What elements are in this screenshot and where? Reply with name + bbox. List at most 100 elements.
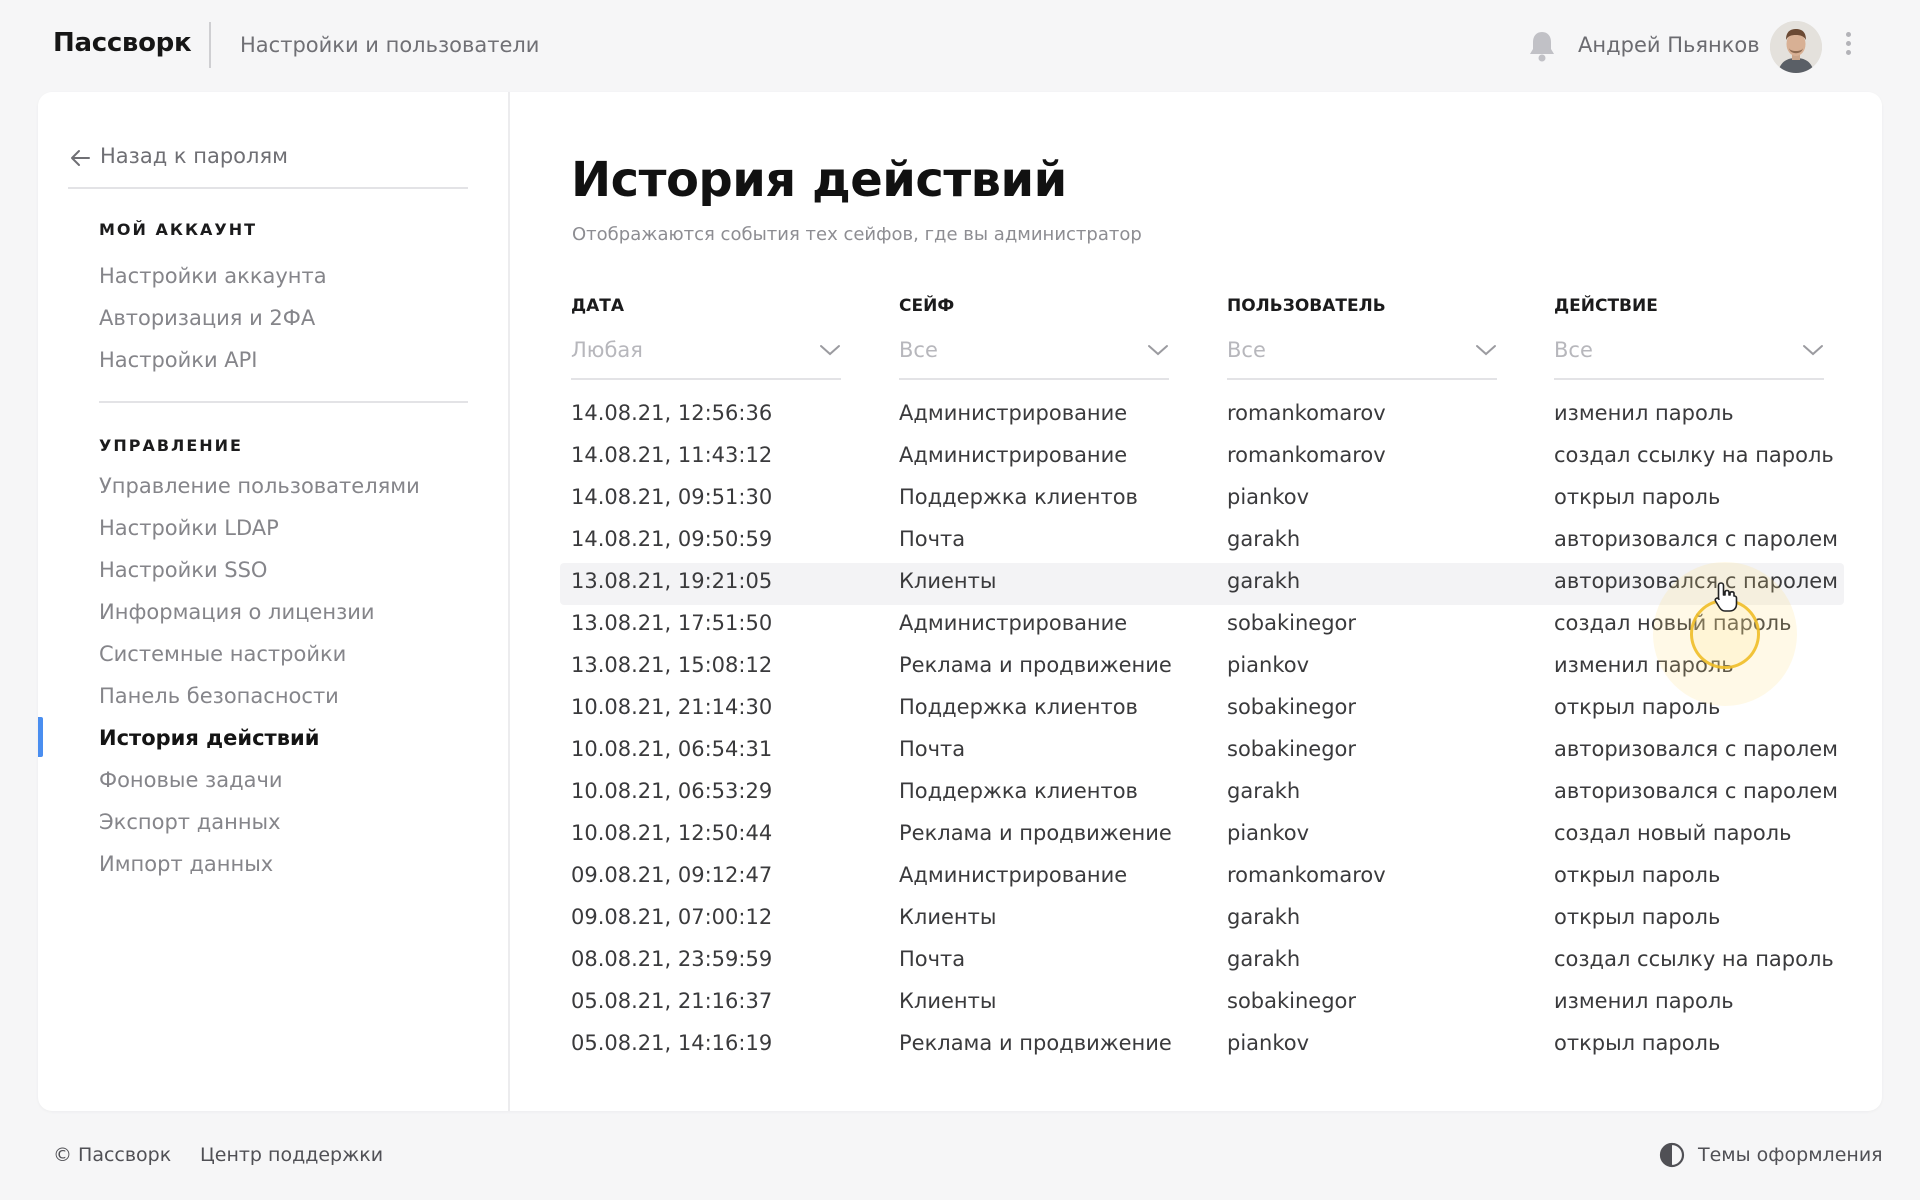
group-title-account: МОЙ АККАУНТ (99, 220, 258, 239)
chevron-down-icon (1802, 342, 1824, 356)
footer-copyright: © Пассворк (53, 1144, 172, 1166)
page-subtitle: Отображаются события тех сейфов, где вы … (572, 224, 1142, 245)
cell-vault: Администрирование (899, 401, 1128, 425)
table-row[interactable]: 14.08.21, 09:50:59 Почта garakh авторизовал… (560, 521, 1844, 563)
cell-user: sobakinegor (1227, 989, 1357, 1013)
group-title-management: УПРАВЛЕНИЕ (99, 436, 243, 455)
cell-vault: Администрирование (899, 443, 1128, 467)
cell-action: открыл пароль (1554, 905, 1721, 929)
avatar[interactable] (1770, 21, 1822, 73)
user-filter-value: Все (1227, 338, 1266, 362)
sidebar: Назад к паролям МОЙ АККАУНТ Настройки ак… (38, 92, 510, 1111)
cell-user: sobakinegor (1227, 695, 1357, 719)
sidebar-item-system-settings[interactable]: Системные настройки (99, 642, 346, 666)
table-row[interactable]: 09.08.21, 09:12:47 Администрирование roman… (560, 857, 1844, 899)
brand-logo[interactable]: Пассворк (53, 28, 192, 58)
sidebar-item-account-settings[interactable]: Настройки аккаунта (99, 264, 327, 288)
table-row[interactable]: 13.08.21, 17:51:50 Администрирование sobak… (560, 605, 1844, 647)
sidebar-item-ldap[interactable]: Настройки LDAP (99, 516, 279, 540)
cell-action: авторизовался с паролем (1554, 779, 1839, 803)
sidebar-item-data-import[interactable]: Импорт данных (99, 852, 273, 876)
cell-date: 13.08.21, 19:21:05 (571, 569, 773, 593)
user-filter-select[interactable]: Все (1227, 332, 1497, 380)
cell-action: открыл пароль (1554, 485, 1721, 509)
date-filter-value: Любая (571, 338, 643, 362)
cell-user: sobakinegor (1227, 737, 1357, 761)
cell-user: garakh (1227, 569, 1301, 593)
support-center-link[interactable]: Центр поддержки (200, 1144, 383, 1166)
table-row[interactable]: 14.08.21, 09:51:30 Поддержка клиентов pian… (560, 479, 1844, 521)
sidebar-item-background-tasks[interactable]: Фоновые задачи (99, 768, 283, 792)
action-filter-select[interactable]: Все (1554, 332, 1824, 380)
table-row[interactable]: 08.08.21, 23:59:59 Почта garakh создал ссыл… (560, 941, 1844, 983)
sidebar-item-user-management[interactable]: Управление пользователями (99, 474, 420, 498)
cell-user: garakh (1227, 779, 1301, 803)
cell-date: 08.08.21, 23:59:59 (571, 947, 773, 971)
table-row[interactable]: 05.08.21, 21:16:37 Клиенты sobakinegor изме… (560, 983, 1844, 1025)
cell-action: изменил пароль (1554, 653, 1734, 677)
bell-icon[interactable] (1527, 29, 1557, 63)
chevron-down-icon (1475, 342, 1497, 356)
back-to-passwords-link[interactable]: Назад к паролям (68, 144, 468, 189)
cell-vault: Администрирование (899, 863, 1128, 887)
table-row[interactable]: 13.08.21, 19:21:05 Клиенты garakh авторизов… (560, 563, 1844, 605)
cell-user: romankomarov (1227, 401, 1386, 425)
sidebar-item-activity-history[interactable]: История действий (99, 726, 319, 750)
cell-date: 14.08.21, 12:56:36 (571, 401, 773, 425)
sidebar-item-data-export[interactable]: Экспорт данных (99, 810, 281, 834)
sidebar-item-sso[interactable]: Настройки SSO (99, 558, 267, 582)
user-name[interactable]: Андрей Пьянков (1578, 33, 1760, 57)
cell-user: piankov (1227, 485, 1310, 509)
active-item-marker (38, 717, 43, 757)
theme-contrast-icon[interactable] (1659, 1142, 1685, 1168)
sidebar-item-license[interactable]: Информация о лицензии (99, 600, 375, 624)
table-row[interactable]: 05.08.21, 14:16:19 Реклама и продвижение p… (560, 1025, 1844, 1067)
cell-vault: Реклама и продвижение (899, 653, 1172, 677)
chevron-down-icon (1147, 342, 1169, 356)
cell-date: 10.08.21, 21:14:30 (571, 695, 773, 719)
cell-date: 05.08.21, 21:16:37 (571, 989, 773, 1013)
cell-date: 10.08.21, 06:53:29 (571, 779, 773, 803)
cell-action: открыл пароль (1554, 695, 1721, 719)
cell-date: 09.08.21, 07:00:12 (571, 905, 773, 929)
chevron-down-icon (819, 342, 841, 356)
table-row[interactable]: 10.08.21, 06:53:29 Поддержка клиентов gara… (560, 773, 1844, 815)
header-divider (209, 22, 211, 68)
cell-date: 10.08.21, 12:50:44 (571, 821, 773, 845)
table-row[interactable]: 13.08.21, 15:08:12 Реклама и продвижение p… (560, 647, 1844, 689)
sidebar-item-api-settings[interactable]: Настройки API (99, 348, 258, 372)
arrow-left-icon (68, 146, 92, 170)
table-row[interactable]: 10.08.21, 21:14:30 Поддержка клиентов soba… (560, 689, 1844, 731)
sidebar-item-auth-2fa[interactable]: Авторизация и 2ФА (99, 306, 315, 330)
cell-vault: Клиенты (899, 989, 997, 1013)
date-filter-select[interactable]: Любая (571, 332, 841, 380)
cell-user: romankomarov (1227, 443, 1386, 467)
cell-vault: Поддержка клиентов (899, 695, 1138, 719)
cell-action: авторизовался с паролем (1554, 569, 1839, 593)
table-row[interactable]: 09.08.21, 07:00:12 Клиенты garakh открыл па… (560, 899, 1844, 941)
cell-user: garakh (1227, 905, 1301, 929)
cell-action: изменил пароль (1554, 989, 1734, 1013)
cell-action: открыл пароль (1554, 863, 1721, 887)
cell-vault: Почта (899, 947, 966, 971)
cell-date: 05.08.21, 14:16:19 (571, 1031, 773, 1055)
themes-link[interactable]: Темы оформления (1698, 1144, 1883, 1166)
kebab-menu-icon[interactable] (1838, 32, 1858, 60)
column-header-action: ДЕЙСТВИЕ (1554, 296, 1658, 316)
main-card: Назад к паролям МОЙ АККАУНТ Настройки ак… (38, 92, 1882, 1111)
cell-user: piankov (1227, 1031, 1310, 1055)
sidebar-item-security-panel[interactable]: Панель безопасности (99, 684, 339, 708)
top-bar: Пассворк Настройки и пользователи Андрей… (0, 0, 1920, 91)
table-row[interactable]: 10.08.21, 12:50:44 Реклама и продвижение p… (560, 815, 1844, 857)
vault-filter-select[interactable]: Все (899, 332, 1169, 380)
table-row[interactable]: 14.08.21, 12:56:36 Администрирование roman… (560, 395, 1844, 437)
cell-action: авторизовался с паролем (1554, 737, 1839, 761)
table-row[interactable]: 14.08.21, 11:43:12 Администрирование roman… (560, 437, 1844, 479)
cell-date: 10.08.21, 06:54:31 (571, 737, 773, 761)
cell-vault: Реклама и продвижение (899, 1031, 1172, 1055)
cell-vault: Реклама и продвижение (899, 821, 1172, 845)
sidebar-divider (99, 401, 468, 403)
action-filter-value: Все (1554, 338, 1593, 362)
cell-action: открыл пароль (1554, 1031, 1721, 1055)
table-row[interactable]: 10.08.21, 06:54:31 Почта sobakinegor автори… (560, 731, 1844, 773)
